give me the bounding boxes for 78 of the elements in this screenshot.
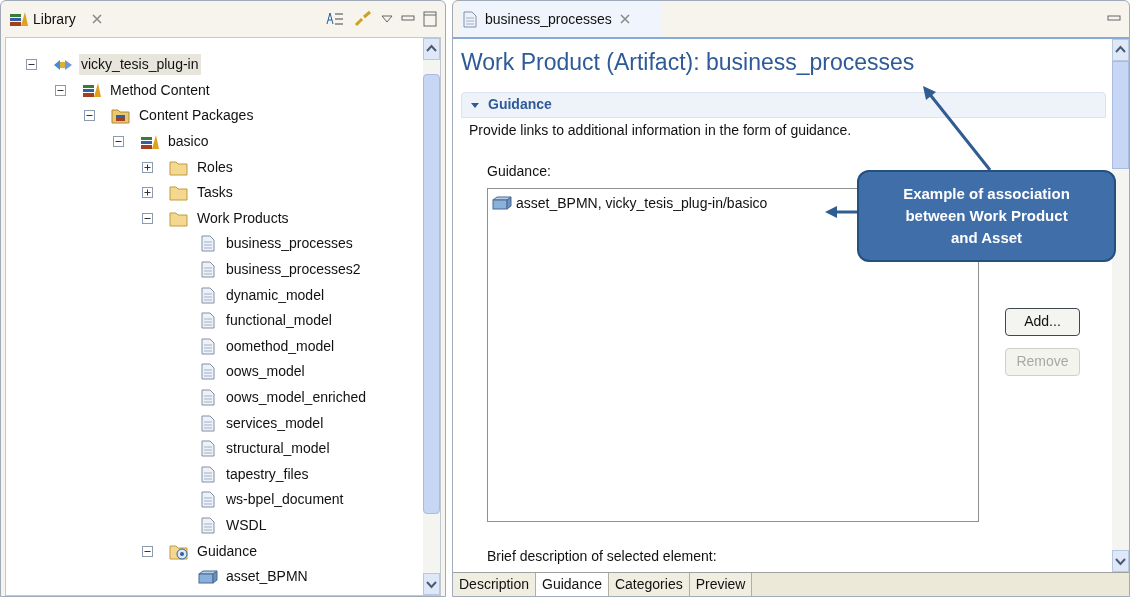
library-tab[interactable]: Library [9, 8, 126, 30]
tree-item[interactable]: business_processes [224, 233, 355, 255]
view-menu-icon[interactable] [381, 14, 393, 24]
expand-toggle[interactable] [142, 187, 153, 199]
tree-item[interactable]: WSDL [224, 515, 269, 536]
tree-item[interactable]: business_processes2 [224, 259, 363, 281]
minimize-icon[interactable] [401, 14, 415, 24]
package-folder-icon [111, 107, 131, 125]
scrollbar[interactable] [1112, 39, 1129, 572]
cube-icon [198, 569, 218, 584]
document-icon [201, 389, 215, 406]
page-tab[interactable]: Description [453, 573, 537, 596]
editor-heading: Work Product (Artifact): business_processes [461, 48, 916, 77]
close-icon[interactable] [619, 14, 630, 24]
tree-item[interactable]: tapestry_files [224, 463, 311, 485]
folder-icon [169, 209, 189, 227]
document-icon [201, 491, 215, 509]
page-tab[interactable]: Preview [689, 573, 753, 596]
collapse-toggle[interactable] [142, 545, 153, 557]
tree-item[interactable]: oows_model_enriched [224, 387, 369, 408]
document-icon [201, 337, 215, 355]
tree-item[interactable]: Method Content [108, 79, 212, 101]
plugin-icon [53, 57, 73, 72]
tree-item[interactable]: vicky_tesis_plug-in [79, 54, 201, 76]
annotation-arrow [825, 206, 859, 218]
tree-item[interactable]: Roles [195, 156, 235, 178]
document-icon [463, 10, 477, 28]
tree-item[interactable]: services_model [224, 412, 326, 434]
tree-item[interactable]: oomethod_model [224, 335, 337, 357]
document-icon [201, 414, 215, 432]
list-item[interactable]: asset_BPMN, vicky_tesis_plug-in/basico [492, 192, 768, 214]
page-tab[interactable]: Categories [608, 573, 690, 596]
scrollbar[interactable] [423, 38, 440, 595]
tree-item[interactable]: dynamic_model [224, 284, 327, 306]
guidance-folder-icon [169, 542, 189, 560]
cube-icon [492, 196, 512, 210]
sort-icon[interactable] [325, 10, 345, 28]
tree-item[interactable]: functional_model [224, 310, 334, 332]
collapse-toggle[interactable] [113, 136, 124, 148]
scroll-thumb[interactable] [1112, 61, 1129, 169]
page-tab[interactable]: Guidance [536, 573, 609, 596]
section-description: Provide links to additional information in the form of guidance. [468, 120, 853, 140]
document-icon [201, 312, 215, 330]
document-icon [201, 517, 215, 534]
document-icon [201, 286, 215, 304]
tree-item[interactable]: structural_model [224, 438, 332, 460]
collapse-toggle[interactable] [142, 212, 153, 224]
collapse-toggle[interactable] [55, 84, 66, 96]
tree-item[interactable]: Guidance [195, 540, 259, 562]
field-label: Brief description of selected element: [486, 546, 718, 566]
collapse-toggle[interactable] [84, 110, 95, 122]
tree-item[interactable]: Tasks [195, 182, 235, 204]
minimize-icon[interactable] [1107, 14, 1121, 24]
document-icon [201, 440, 215, 458]
tree-item[interactable]: oows_model [224, 361, 307, 383]
tree-item[interactable]: ws-bpel_document [224, 489, 346, 511]
document-icon [201, 363, 215, 381]
annotation-callout: Example of association between Work Product and Asset [857, 170, 1116, 262]
expand-toggle[interactable] [142, 161, 153, 173]
tree-item[interactable]: Work Products [195, 207, 291, 229]
section-header[interactable]: Guidance [461, 91, 1106, 118]
close-icon[interactable] [91, 14, 102, 24]
document-icon [201, 465, 215, 483]
folder-icon [169, 184, 189, 202]
document-icon [201, 261, 215, 279]
tree-item[interactable]: basico [166, 131, 211, 153]
folder-icon [169, 158, 189, 176]
field-label: Guidance: [486, 161, 552, 181]
document-icon [201, 235, 215, 253]
books-icon [82, 82, 102, 99]
action-button[interactable]: Add... [1005, 307, 1080, 336]
collapse-toggle[interactable] [26, 59, 37, 71]
maximize-icon[interactable] [423, 11, 437, 27]
books-icon [9, 11, 29, 27]
tree-item[interactable]: asset_BPMN [224, 566, 310, 588]
tree-item[interactable]: Content Packages [137, 105, 256, 127]
editor-tab[interactable]: business_processes [459, 1, 662, 37]
scroll-thumb[interactable] [423, 74, 440, 514]
